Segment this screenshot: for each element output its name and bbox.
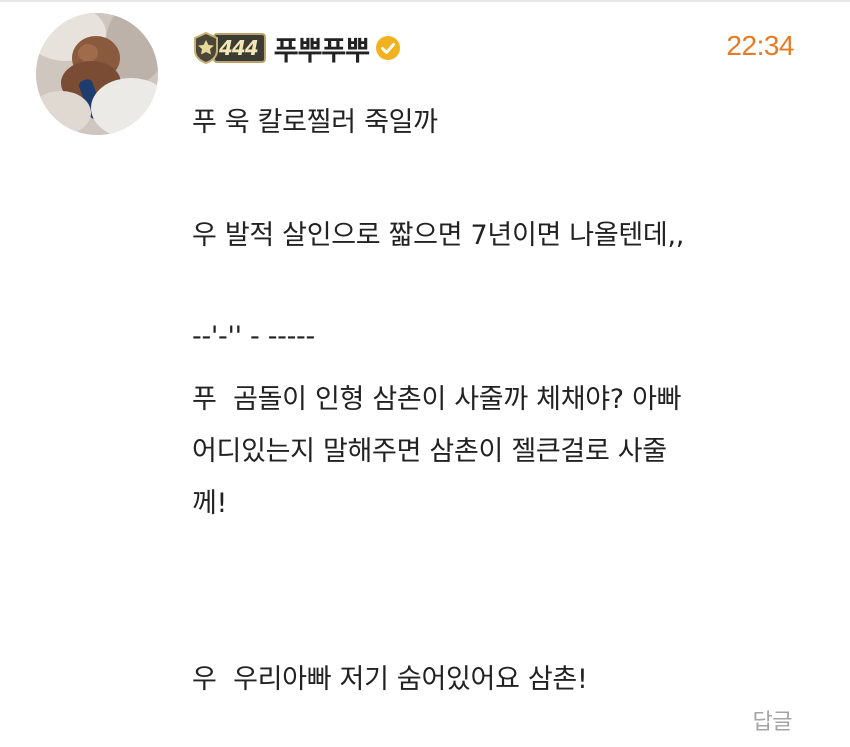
reply-button[interactable]: 답글	[753, 704, 793, 736]
comment-line-4: 푸 곰돌이 인형 삼촌이 사줄까 체채야? 아빠	[192, 384, 682, 415]
comment-line-3: --'-'' - -----	[192, 321, 315, 352]
author-nickname[interactable]: 푸뿌푸뿌	[274, 29, 370, 68]
level-badge-icon: 444	[193, 31, 266, 65]
comment-time: 22:34	[726, 30, 794, 61]
profile-avatar[interactable]	[36, 13, 158, 135]
level-number: 444	[219, 36, 259, 60]
top-divider	[0, 0, 850, 2]
comment-line-5: 어디있는지 말해주면 삼촌이 젤큰걸로 사줄	[192, 436, 667, 467]
verified-check-icon	[375, 35, 401, 61]
level-number-plate: 444	[213, 33, 266, 63]
comment-line-2: 우 발적 살인으로 짧으면 7년이면 나올텐데,,	[192, 220, 685, 251]
comment-header: 444 푸뿌푸뿌	[193, 26, 401, 70]
comment-line-6: 께!	[192, 488, 228, 519]
comment-line-7: 우 우리아빠 저기 숨어있어요 삼촌!	[192, 664, 588, 695]
comment-line-1: 푸 욱 칼로찔러 죽일까	[192, 107, 438, 138]
